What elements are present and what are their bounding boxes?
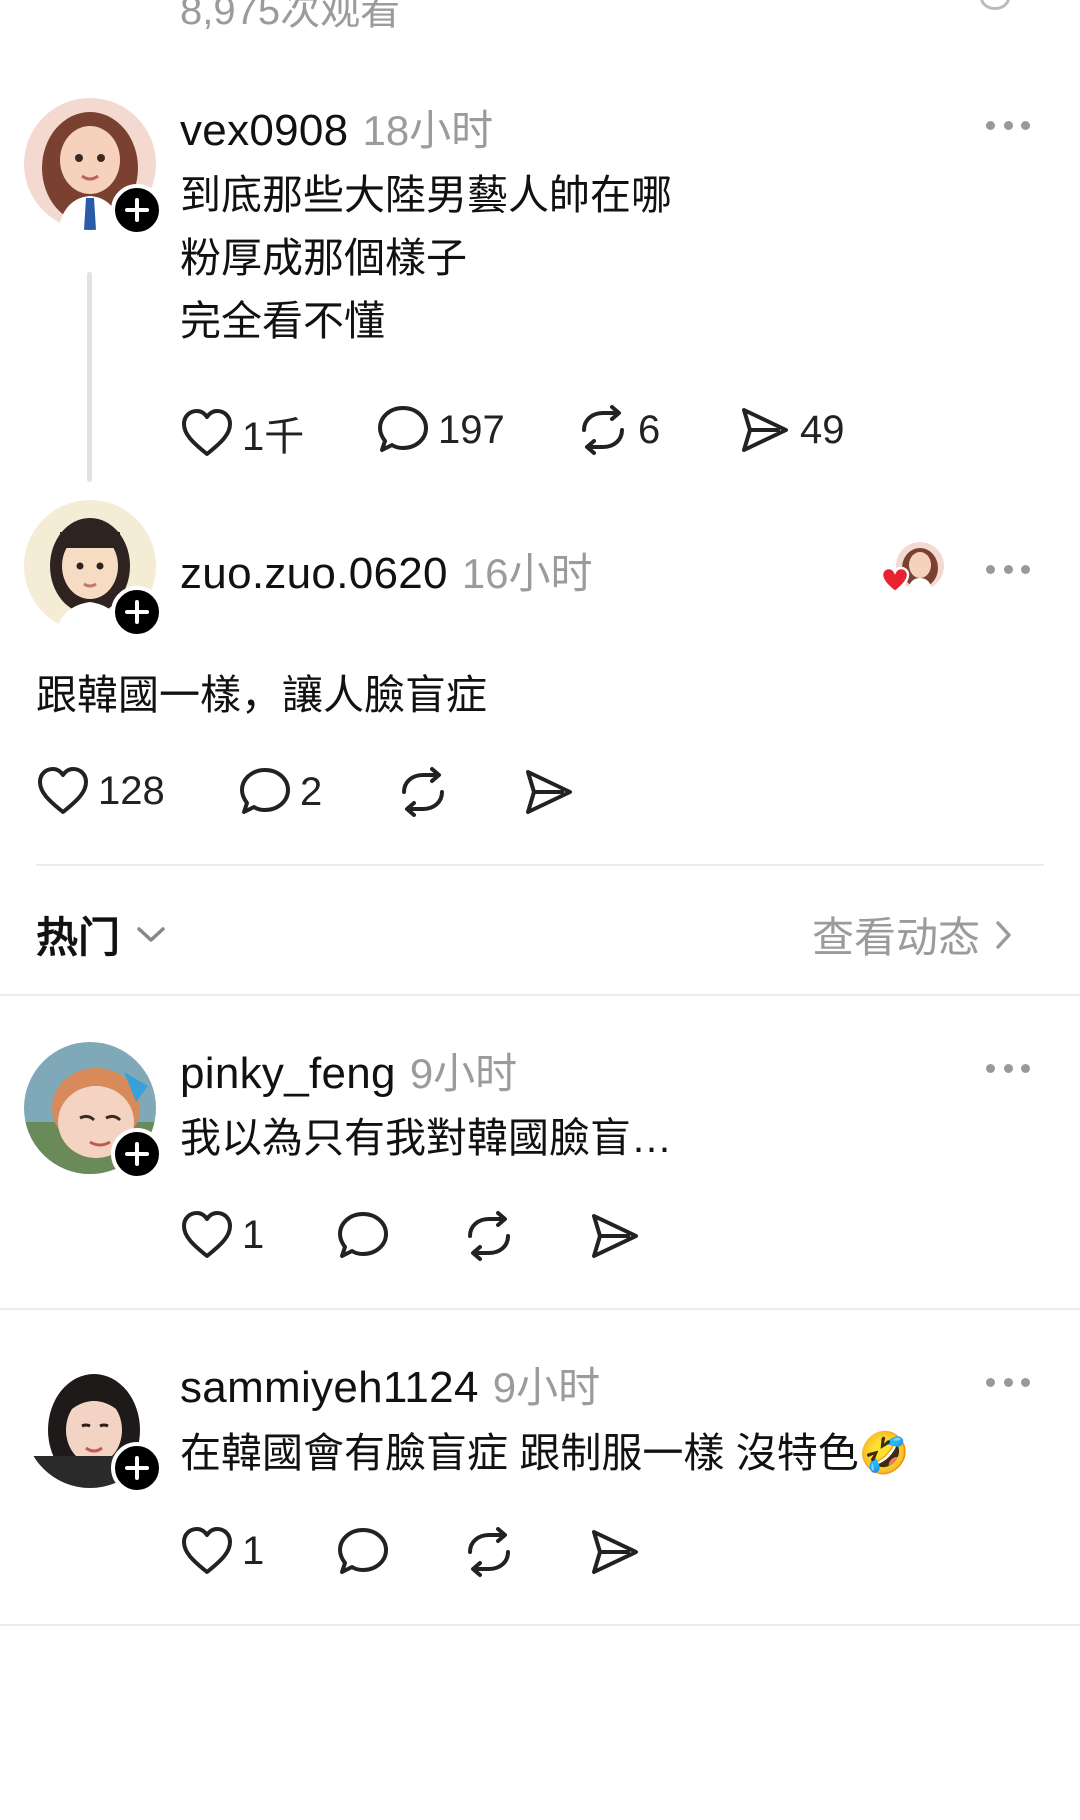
repost-button[interactable]	[396, 766, 450, 818]
heart-icon	[182, 409, 232, 456]
share-button[interactable]	[588, 1210, 642, 1262]
views-count: 8,975次观看	[180, 0, 401, 33]
heart-icon	[38, 767, 88, 814]
follow-button[interactable]	[111, 184, 163, 236]
timestamp: 9小时	[409, 1050, 518, 1097]
like-count: 128	[98, 768, 165, 813]
timestamp: 16小时	[461, 550, 593, 597]
divider	[0, 1624, 1080, 1626]
more-options-icon[interactable]	[986, 1376, 1030, 1388]
comment-button[interactable]	[336, 1526, 390, 1578]
chevron-right-icon	[996, 920, 1011, 949]
plus-icon	[125, 600, 149, 624]
like-count: 1	[242, 1212, 265, 1257]
post-text: 在韓國會有臉盲症 跟制服一樣 沒特色🤣	[180, 1430, 910, 1476]
thread-line	[87, 272, 92, 482]
like-button[interactable]: 1千	[180, 404, 304, 462]
plus-icon	[125, 1456, 149, 1480]
comment-count: 197	[438, 407, 505, 452]
red-heart-icon	[880, 566, 910, 594]
post-header: vex0908 18小时	[180, 97, 493, 158]
comment-icon	[240, 768, 290, 814]
more-options-icon[interactable]	[986, 119, 1030, 131]
share-button[interactable]	[588, 1526, 642, 1578]
comment-button[interactable]: 2	[238, 766, 322, 818]
sort-dropdown[interactable]: 热门	[36, 904, 166, 965]
like-button[interactable]: 1	[180, 1210, 264, 1260]
post-header: zuo.zuo.0620 16小时	[180, 540, 593, 601]
comment-count: 2	[300, 769, 323, 814]
like-count: 1	[242, 1528, 265, 1573]
comment-icon	[338, 1212, 388, 1258]
author-liked-indicator	[880, 542, 946, 598]
share-button[interactable]	[522, 766, 576, 818]
post-text: 到底那些大陸男藝人帥在哪 粉厚成那個樣子 完全看不懂	[180, 172, 672, 344]
heart-icon	[182, 1527, 232, 1574]
heart-icon	[182, 1211, 232, 1258]
post-text: 跟韓國一樣，讓人臉盲症	[36, 672, 487, 718]
repost-icon	[468, 1527, 510, 1577]
follow-button[interactable]	[111, 1442, 163, 1494]
divider	[0, 994, 1080, 996]
repost-button[interactable]: 6	[576, 404, 660, 456]
follow-button[interactable]	[111, 586, 163, 638]
follow-button[interactable]	[111, 1128, 163, 1180]
share-count: 49	[800, 407, 845, 452]
repost-count: 6	[638, 407, 661, 452]
comment-icon	[338, 1528, 388, 1574]
repost-icon	[402, 767, 444, 817]
share-icon	[526, 770, 572, 814]
comment-button[interactable]: 197	[376, 404, 505, 456]
comment-icon	[378, 406, 428, 452]
share-button[interactable]: 49	[738, 404, 845, 456]
like-button[interactable]: 128	[36, 766, 165, 816]
username[interactable]: zuo.zuo.0620	[180, 549, 448, 599]
like-count: 1千	[242, 415, 305, 459]
divider	[0, 1308, 1080, 1310]
comment-button[interactable]	[336, 1210, 390, 1262]
timestamp: 9小时	[492, 1364, 601, 1411]
post-header: pinky_feng 9小时	[180, 1040, 517, 1101]
username[interactable]: vex0908	[180, 106, 348, 156]
share-icon	[742, 408, 788, 452]
share-icon	[592, 1530, 638, 1574]
chevron-down-icon	[137, 926, 165, 942]
post-text: 我以為只有我對韓國臉盲…	[180, 1115, 672, 1161]
timestamp: 18小时	[362, 107, 494, 154]
repost-icon	[582, 405, 624, 455]
view-activity-link[interactable]: 查看动态	[812, 904, 1012, 965]
username[interactable]: sammiyeh1124	[180, 1363, 479, 1413]
share-icon	[592, 1214, 638, 1258]
repost-button[interactable]	[462, 1526, 516, 1578]
top-cut-icon	[980, 0, 1010, 10]
divider	[36, 864, 1044, 866]
username[interactable]: pinky_feng	[180, 1049, 396, 1099]
post-header: sammiyeh1124 9小时	[180, 1354, 600, 1415]
repost-button[interactable]	[462, 1210, 516, 1262]
sort-label: 热门	[36, 914, 121, 961]
more-options-icon[interactable]	[986, 1062, 1030, 1074]
view-activity-label: 查看动态	[812, 914, 981, 961]
plus-icon	[125, 1142, 149, 1166]
repost-icon	[468, 1211, 510, 1261]
more-options-icon[interactable]	[986, 563, 1030, 575]
like-button[interactable]: 1	[180, 1526, 264, 1576]
plus-icon	[125, 198, 149, 222]
